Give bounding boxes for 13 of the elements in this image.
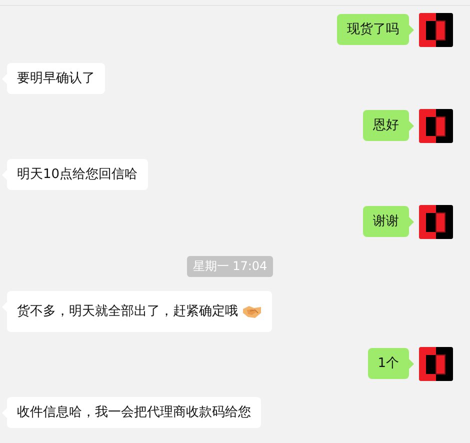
timestamp: 星期一 17:04 (186, 256, 274, 277)
message-text: 要明早确认了 (17, 70, 95, 87)
message-text: 恩好 (373, 117, 399, 134)
avatar[interactable] (419, 205, 453, 239)
message-text: 货不多，明天就全部出了，赶紧确定哦 (17, 303, 238, 320)
message-text: 1个 (378, 355, 399, 372)
avatar[interactable] (419, 109, 453, 143)
avatar[interactable] (419, 13, 453, 47)
avatar[interactable] (419, 347, 453, 381)
message-text: 现货了吗 (347, 21, 399, 38)
message-text: 谢谢 (373, 213, 399, 230)
message-text: 收件信息哈，我一会把代理商收款码给您 (17, 404, 251, 421)
message-text: 明天10点给您回信哈 (17, 166, 138, 183)
